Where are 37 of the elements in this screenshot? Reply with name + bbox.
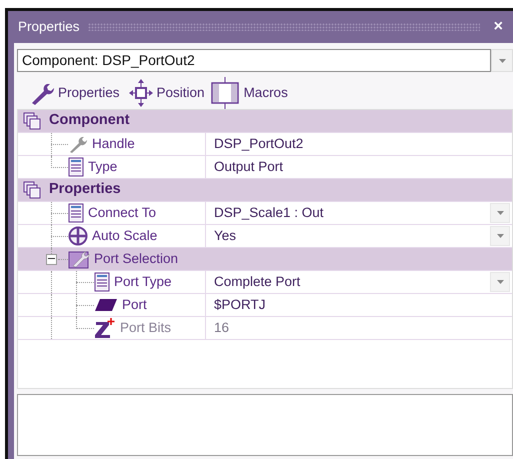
move-icon bbox=[128, 78, 154, 108]
property-name[interactable]: Handle bbox=[92, 134, 135, 154]
toolbar-button[interactable]: Position bbox=[128, 78, 205, 108]
property-name[interactable]: Port Selection bbox=[94, 248, 178, 270]
dropdown-button[interactable] bbox=[490, 272, 510, 292]
property-value[interactable]: DSP_Scale1 : Out bbox=[214, 202, 324, 224]
z-plus-icon bbox=[94, 317, 116, 339]
category-label[interactable]: Component bbox=[49, 110, 130, 132]
property-value[interactable]: Complete Port bbox=[214, 272, 300, 292]
property-value[interactable]: Yes bbox=[214, 226, 236, 246]
property-name[interactable]: Auto Scale bbox=[92, 226, 158, 246]
window-title: Properties bbox=[18, 18, 80, 36]
document-icon bbox=[68, 157, 84, 177]
close-button[interactable]: × bbox=[488, 19, 509, 35]
toolbar-button[interactable]: Properties bbox=[29, 80, 120, 106]
parallelogram-icon bbox=[94, 298, 118, 312]
dropdown-button[interactable] bbox=[490, 203, 510, 223]
caret-icon bbox=[496, 211, 504, 215]
property-name[interactable]: Connect To bbox=[88, 202, 156, 224]
collapse-toggle[interactable] bbox=[46, 254, 57, 265]
caret-icon bbox=[496, 234, 504, 238]
property-value[interactable]: DSP_PortOut2 bbox=[214, 134, 304, 154]
property-name[interactable]: Type bbox=[88, 156, 118, 178]
document-icon bbox=[94, 272, 110, 292]
crosshair-circle-icon bbox=[68, 226, 88, 246]
property-value[interactable]: Output Port bbox=[214, 156, 284, 178]
property-value[interactable]: $PORTJ bbox=[214, 294, 266, 316]
component-selector[interactable]: Component: DSP_PortOut2 bbox=[17, 49, 491, 72]
caret-icon bbox=[496, 280, 504, 284]
dropdown-button[interactable] bbox=[490, 226, 510, 246]
document-icon bbox=[68, 203, 84, 223]
wrench-icon bbox=[68, 134, 88, 154]
caret-icon bbox=[498, 58, 506, 62]
dropdown-button[interactable] bbox=[491, 49, 513, 72]
property-name[interactable]: Port bbox=[122, 294, 147, 316]
property-name[interactable]: Port Type bbox=[114, 272, 172, 292]
category-label[interactable]: Properties bbox=[49, 179, 121, 201]
